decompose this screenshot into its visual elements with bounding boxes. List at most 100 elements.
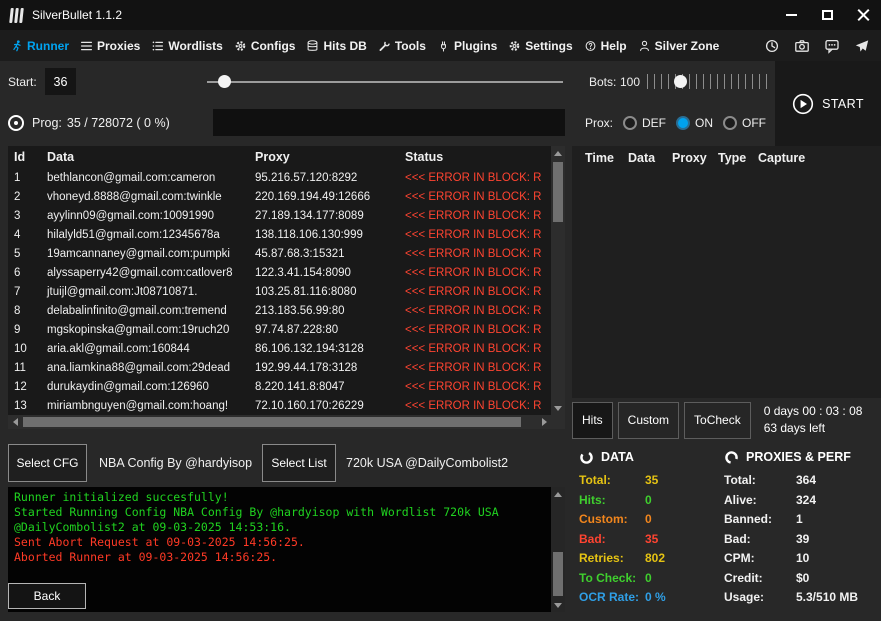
cell-data: jtuijl@gmail.com:Jt08710871.: [47, 285, 198, 298]
prox-radio-option[interactable]: ON: [676, 115, 714, 130]
scroll-left-arrow[interactable]: [8, 415, 22, 429]
radio-label: OFF: [742, 115, 767, 130]
close-button[interactable]: [845, 0, 881, 30]
header-data: Data: [47, 150, 75, 164]
cell-proxy: 86.106.132.194:3128: [255, 342, 364, 355]
horizontal-scrollbar[interactable]: [8, 415, 551, 429]
cell-data: bethlancon@gmail.com:cameron: [47, 171, 216, 184]
table-row[interactable]: 11 ana.liamkina88@gmail.com:29dead 192.9…: [8, 358, 551, 377]
nav-item-settings[interactable]: Settings: [508, 39, 573, 53]
table-row[interactable]: 6 alyssaperry42@gmail.com:catlover8 122.…: [8, 263, 551, 282]
start-slider-thumb[interactable]: [217, 75, 231, 88]
stat-label: CPM:: [724, 551, 755, 565]
start-button[interactable]: START: [775, 61, 881, 146]
start-slider[interactable]: [207, 75, 563, 88]
nav-item-hits-db[interactable]: Hits DB: [306, 38, 367, 53]
tab-hits[interactable]: Hits: [572, 401, 613, 439]
scroll-right-arrow[interactable]: [537, 415, 551, 429]
cell-id: 9: [14, 323, 21, 336]
cell-id: 5: [14, 247, 21, 260]
nav-item-plugins[interactable]: Plugins: [437, 39, 497, 53]
back-button[interactable]: Back: [8, 583, 86, 609]
bots-slider[interactable]: [647, 74, 768, 89]
history-button[interactable]: [761, 35, 783, 57]
cell-proxy: 95.216.57.120:8292: [255, 171, 358, 184]
stat-label: Hits:: [579, 492, 606, 507]
wrench-icon: [379, 40, 390, 51]
runner-log: Runner initialized succesfully! Started …: [8, 487, 565, 612]
chat-button[interactable]: [821, 35, 843, 57]
table-row[interactable]: 5 19amcannaney@gmail.com:pumpki 45.87.68…: [8, 244, 551, 263]
stat-label: Usage:: [724, 590, 765, 604]
tab-custom[interactable]: Custom: [617, 401, 680, 439]
selected-config-name: NBA Config By @hardyisop: [99, 456, 253, 470]
maximize-button[interactable]: [809, 0, 845, 30]
nav-item-wordlists[interactable]: Wordlists: [151, 39, 223, 53]
log-scrollbar[interactable]: [551, 487, 565, 612]
progress-info: Prog: 35 / 728072 ( 0 %): [8, 110, 170, 136]
log-scroll-thumb[interactable]: [553, 552, 563, 596]
stat-row: To Check: 0: [579, 569, 721, 589]
stat-label: Retries:: [579, 551, 624, 565]
play-icon: [792, 93, 814, 114]
bots-slider-thumb[interactable]: [673, 75, 687, 88]
prox-radio-option[interactable]: OFF: [723, 115, 767, 130]
cell-status: <<< ERROR IN BLOCK: R: [405, 190, 542, 203]
scroll-down-arrow[interactable]: [551, 401, 565, 415]
stat-value: 5.3/510 MB: [796, 590, 859, 604]
database-icon: [308, 39, 318, 51]
prox-radio-option[interactable]: DEF: [623, 115, 666, 130]
close-icon: [857, 9, 869, 21]
nav-item-tools[interactable]: Tools: [378, 39, 426, 53]
vertical-scrollbar[interactable]: [551, 146, 565, 415]
radio-label: ON: [695, 115, 714, 130]
table-row[interactable]: 3 ayylinn09@gmail.com:10091990 27.189.13…: [8, 206, 551, 225]
start-input[interactable]: [45, 68, 76, 95]
hits-column-header: Type: [718, 151, 747, 165]
minimize-button[interactable]: [773, 0, 809, 30]
header-status: Status: [405, 150, 444, 164]
stat-value: 802: [645, 551, 666, 565]
nav-item-configs[interactable]: Configs: [234, 39, 295, 53]
tab-tocheck[interactable]: ToCheck: [684, 401, 751, 439]
horizontal-scroll-thumb[interactable]: [23, 417, 521, 427]
table-row[interactable]: 10 aria.akl@gmail.com:160844 86.106.132.…: [8, 339, 551, 358]
table-row[interactable]: 1 bethlancon@gmail.com:cameron 95.216.57…: [8, 168, 551, 187]
cell-proxy: 72.10.160.170:26229: [255, 399, 364, 412]
nav-item-proxies[interactable]: Proxies: [80, 39, 140, 53]
nav-item-help[interactable]: Help: [584, 39, 627, 53]
stat-value: $0: [796, 570, 810, 585]
log-scroll-down-arrow[interactable]: [551, 598, 565, 612]
vertical-scroll-thumb[interactable]: [553, 162, 563, 222]
table-row[interactable]: 12 durukaydin@gmail.com:126960 8.220.141…: [8, 377, 551, 396]
cell-id: 7: [14, 285, 21, 298]
stat-row: Bad: 35: [579, 530, 721, 550]
screenshot-button[interactable]: [791, 35, 813, 57]
nav-label: Hits DB: [323, 38, 367, 53]
select-cfg-button[interactable]: Select CFG: [8, 444, 87, 482]
telegram-button[interactable]: [851, 35, 873, 57]
table-row[interactable]: 8 delabalinfinito@gmail.com:tremend 213.…: [8, 301, 551, 320]
table-row[interactable]: 4 hilalyld51@gmail.com:12345678a 138.118…: [8, 225, 551, 244]
wordlist-icon: [152, 41, 164, 50]
scroll-up-arrow[interactable]: [551, 146, 565, 160]
cell-id: 4: [14, 228, 21, 241]
radio-icon: [623, 115, 638, 130]
cell-status: <<< ERROR IN BLOCK: R: [405, 342, 542, 355]
maximize-icon: [821, 10, 833, 20]
nav-item-runner[interactable]: Runner: [10, 39, 69, 53]
select-list-button[interactable]: Select List: [262, 444, 336, 482]
nav-label: Runner: [27, 38, 69, 53]
table-row[interactable]: 7 jtuijl@gmail.com:Jt08710871. 103.25.81…: [8, 282, 551, 301]
table-row[interactable]: 13 miriambnguyen@gmail.com:hoang! 72.10.…: [8, 396, 551, 415]
radio-icon: [723, 115, 738, 130]
person-icon: [639, 40, 649, 51]
progress-ring-icon: [8, 115, 24, 131]
table-row[interactable]: 9 mgskopinska@gmail.com:19ruch20 97.74.8…: [8, 320, 551, 339]
stat-row: Alive: 324: [724, 491, 879, 511]
nav-item-silver-zone[interactable]: Silver Zone: [638, 39, 719, 53]
cell-proxy: 192.99.44.178:3128: [255, 361, 358, 374]
help-icon: [585, 40, 596, 51]
log-scroll-up-arrow[interactable]: [551, 487, 565, 501]
table-row[interactable]: 2 vhoneyd.8888@gmail.com:twinkle 220.169…: [8, 187, 551, 206]
